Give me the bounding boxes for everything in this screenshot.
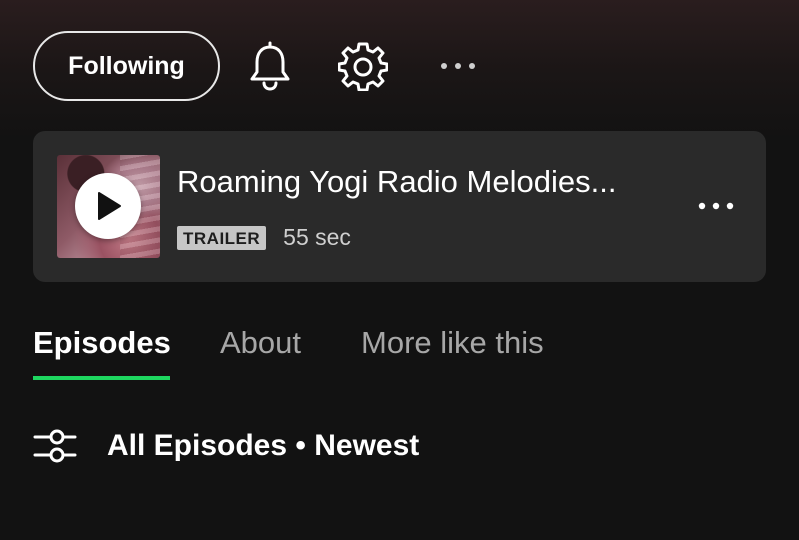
- trailer-cover-art: [57, 155, 160, 258]
- trailer-play-button[interactable]: [75, 173, 141, 239]
- trailer-meta: TRAILER 55 sec: [177, 224, 351, 251]
- active-tab-indicator: [33, 376, 170, 380]
- play-icon: [98, 192, 121, 220]
- tab-about[interactable]: About: [220, 322, 301, 364]
- filter-label[interactable]: All Episodes • Newest: [107, 429, 419, 463]
- trailer-more-options-button[interactable]: [693, 191, 739, 221]
- more-options-button[interactable]: [435, 49, 481, 83]
- trailer-card[interactable]: Roaming Yogi Radio Melodies... TRAILER 5…: [33, 131, 766, 282]
- trailer-duration: 55 sec: [283, 224, 351, 250]
- bell-icon: [250, 41, 290, 91]
- tab-episodes[interactable]: Episodes: [33, 322, 171, 364]
- podcast-action-row: Following: [33, 31, 475, 101]
- more-horizontal-icon: [698, 202, 734, 210]
- notifications-button[interactable]: [243, 39, 297, 93]
- settings-button[interactable]: [336, 39, 390, 93]
- more-horizontal-icon: [441, 63, 475, 69]
- tab-more-like-this[interactable]: More like this: [361, 322, 544, 364]
- trailer-badge: TRAILER: [177, 225, 267, 250]
- following-button[interactable]: Following: [33, 31, 220, 101]
- trailer-title[interactable]: Roaming Yogi Radio Melodies...: [177, 164, 677, 200]
- filter-sliders-icon: [33, 426, 77, 466]
- episode-filter[interactable]: All Episodes • Newest: [33, 423, 419, 469]
- gear-icon: [338, 42, 388, 91]
